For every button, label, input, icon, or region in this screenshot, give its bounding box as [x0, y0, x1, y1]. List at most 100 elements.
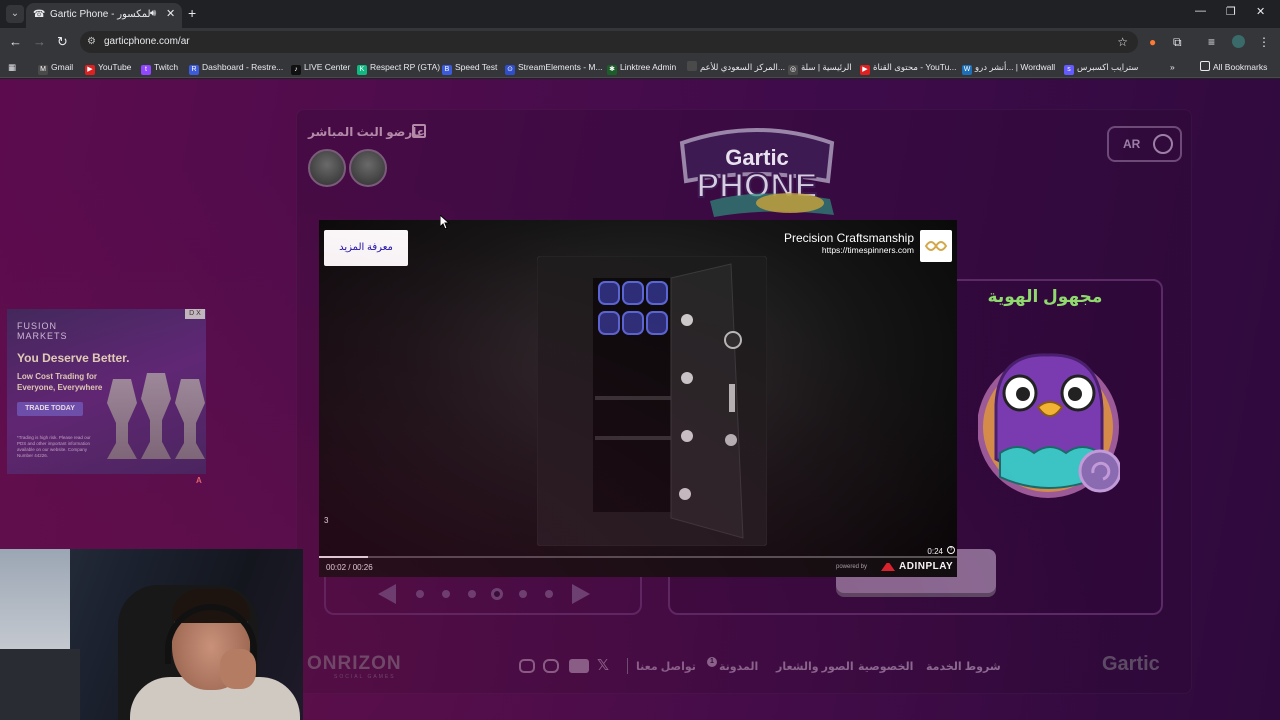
skip-countdown: 3 [324, 516, 329, 525]
reload-icon[interactable]: ↻ [57, 34, 68, 50]
x-twitter-icon[interactable]: 𝕏 [597, 656, 609, 674]
ad-footer: 00:02 / 00:26 powered by ADINPLAY [319, 558, 957, 577]
restore-icon[interactable]: ❐ [1226, 5, 1236, 18]
webcam-overlay [0, 549, 303, 720]
tab-title: Gartic Phone - الهاتف المكسور [50, 9, 150, 20]
bookmark-stripe-express[interactable]: s سترايب اكسبرس [1064, 60, 1138, 75]
bookmark-tiktok-live[interactable]: ♪ LIVE Center [291, 60, 350, 75]
bookmark-respect-rp[interactable]: K Respect RP (GTA) [357, 60, 440, 75]
slider-dot[interactable] [468, 590, 476, 598]
tab-gartic[interactable]: ☎ Gartic Phone - الهاتف المكسور 🔊︎ ✕ [26, 3, 182, 28]
bookmark-youtube-content[interactable]: ▶ محتوى القناة - YouTu... [860, 60, 956, 75]
restream-icon: R [189, 65, 199, 75]
slider-dot-active[interactable] [491, 588, 503, 600]
bookmark-youtube[interactable]: ▶ YouTube [85, 60, 131, 75]
streamer-hand [220, 649, 256, 689]
close-tab-icon[interactable]: ✕ [166, 7, 175, 20]
footer-terms-link[interactable]: شروط الخدمة [926, 660, 1001, 673]
onrizon-logo[interactable]: ONRIZON [307, 653, 402, 675]
extension-icon[interactable]: ● [1149, 35, 1156, 49]
bookmark-twitch[interactable]: t Twitch [141, 60, 178, 75]
footer-privacy-link[interactable]: الخصوصية [858, 660, 913, 673]
browser-toolbar: ← → ↻ ⚙ garticphone.com/ar ☆ ● ⧉ ≡ ⋮ [0, 28, 1280, 56]
tab-strip: ⌄ ☎ Gartic Phone - الهاتف المكسور 🔊︎ ✕ +… [0, 0, 1280, 28]
address-bar[interactable]: ⚙ garticphone.com/ar ☆ [80, 31, 1138, 53]
twitch-icon [412, 124, 426, 138]
bookmark-wordwall[interactable]: W أنشر درو... | Wordwall [962, 60, 1055, 75]
language-label: AR [1123, 137, 1141, 151]
slider-dot[interactable] [545, 590, 553, 598]
salla-icon: ◎ [788, 65, 798, 75]
discord-icon[interactable] [543, 659, 559, 673]
slider-dot[interactable] [416, 590, 424, 598]
speaker-icon[interactable]: 🔊︎ [150, 8, 156, 19]
language-button[interactable]: AR [1107, 126, 1182, 162]
streamelements-icon: ⊙ [505, 65, 515, 75]
gartic-footer-logo[interactable]: Gartic [1102, 653, 1160, 676]
footer-blog-link[interactable]: المدونة [719, 660, 758, 673]
prev-arrow-icon[interactable] [378, 584, 396, 604]
video-ad-player[interactable]: معرفة المزيد Precision Craftsmanship htt… [319, 220, 957, 577]
adinplay-brand[interactable]: ADINPLAY [899, 561, 953, 572]
forward-icon[interactable]: → [33, 34, 46, 50]
gmail-icon: M [38, 65, 48, 75]
site-info-icon[interactable]: ⚙ [87, 36, 96, 47]
slider-dot[interactable] [519, 590, 527, 598]
ad-info-icon[interactable]: ? [947, 546, 955, 554]
trophy-icon [107, 379, 137, 459]
all-bookmarks-folder[interactable]: All Bookmarks [1200, 60, 1267, 74]
instagram-icon[interactable] [519, 659, 535, 673]
next-arrow-icon[interactable] [572, 584, 590, 604]
gartic-favicon-icon: ☎ [33, 9, 46, 20]
apps-grid-icon[interactable]: ▦ [8, 60, 16, 74]
tab-search-button[interactable]: ⌄ [6, 5, 24, 23]
menu-kebab-icon[interactable]: ⋮ [1258, 35, 1270, 49]
video-frame[interactable]: معرفة المزيد Precision Craftsmanship htt… [319, 220, 957, 557]
bookmark-gmail[interactable]: M Gmail [38, 60, 73, 75]
extensions-puzzle-icon[interactable]: ⧉ [1173, 35, 1182, 49]
minimize-icon[interactable]: — [1195, 5, 1206, 17]
advertiser-logo-icon[interactable] [920, 230, 952, 262]
mouse-cursor-icon [440, 215, 450, 229]
onrizon-tagline: SOCIAL GAMES [334, 674, 396, 680]
ad-headline: You Deserve Better. [17, 351, 130, 365]
media-control-icon[interactable]: ≡ [1208, 35, 1215, 49]
twitch-icon: t [141, 65, 151, 75]
advertiser-name[interactable]: Precision Craftsmanship [784, 231, 914, 245]
trophy-icon [141, 373, 171, 459]
room-window [0, 549, 70, 659]
bookmark-saudi-center[interactable]: المركز السعودي للأعم... [687, 60, 785, 74]
footer-press-kit-link[interactable]: الصور والشعار [776, 660, 854, 673]
slider-dot[interactable] [442, 590, 450, 598]
fusion-markets-ad[interactable]: D X FUSION MARKETS You Deserve Better. L… [7, 309, 206, 474]
nickname-label[interactable]: مجهول الهوية [980, 287, 1110, 307]
back-icon[interactable]: ← [9, 34, 22, 50]
bookmark-speed-test[interactable]: B Speed Test [442, 60, 497, 75]
youtube-icon[interactable] [569, 659, 589, 673]
video-timecode: 00:02 / 00:26 [326, 563, 373, 572]
bookmark-salla[interactable]: ◎ الرئيسية | سلة [788, 60, 852, 75]
streamer-avatar[interactable] [308, 149, 346, 187]
bookmark-streamelements[interactable]: ⊙ StreamElements - M... [505, 60, 603, 75]
bookmark-linktree[interactable]: ✱ Linktree Admin [607, 60, 676, 75]
bookmarks-bar: ▦ M Gmail ▶ YouTube t Twitch R Dashboard - R… [0, 56, 1280, 78]
trophy-icon [175, 379, 205, 459]
close-window-icon[interactable]: ✕ [1256, 5, 1265, 18]
bird-avatar-icon[interactable] [978, 349, 1120, 501]
ad-choices-icon[interactable]: D X [185, 309, 205, 319]
ad-badge: A [196, 476, 202, 485]
streamer-avatar[interactable] [349, 149, 387, 187]
bookmark-star-icon[interactable]: ☆ [1117, 35, 1128, 49]
blog-notification-badge: 1 [707, 657, 717, 667]
footer-contact-link[interactable]: تواصل معنا [636, 660, 696, 673]
globe-icon [1153, 134, 1173, 154]
learn-more-button[interactable]: معرفة المزيد [324, 230, 408, 266]
new-tab-button[interactable]: + [188, 5, 196, 21]
url-text[interactable]: garticphone.com/ar [104, 36, 190, 47]
more-bookmarks-icon[interactable]: » [1170, 60, 1175, 74]
bookmark-restream[interactable]: R Dashboard - Restre... [189, 60, 283, 75]
ad-trade-button[interactable]: TRADE TODAY [17, 402, 83, 416]
advertiser-url[interactable]: https://timespinners.com [822, 245, 914, 255]
live-streamers-label: عارضو البث المباشر [308, 125, 425, 139]
profile-avatar[interactable] [1232, 35, 1245, 48]
